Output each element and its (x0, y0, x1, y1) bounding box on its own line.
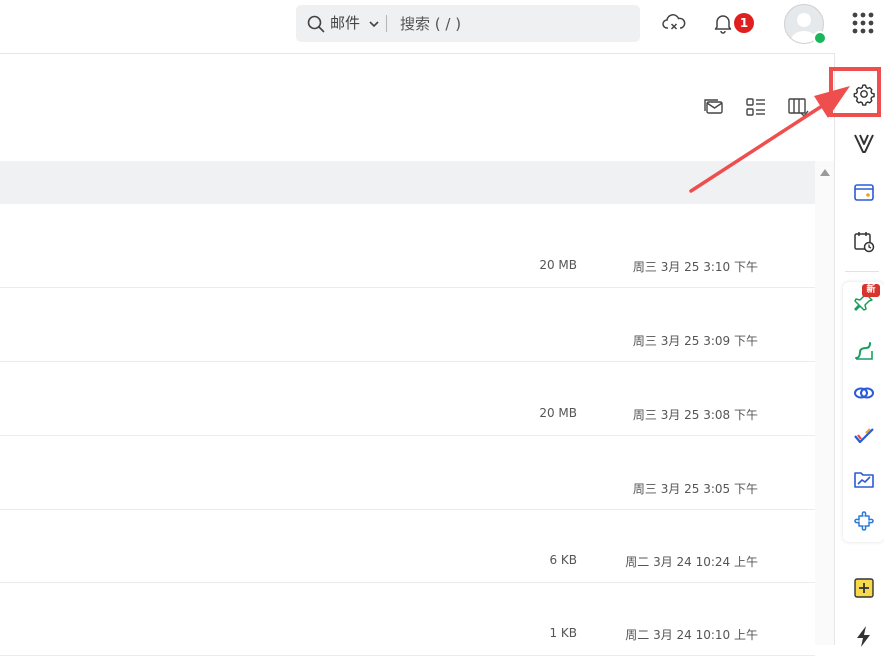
annotation-arrow-icon (689, 86, 850, 193)
